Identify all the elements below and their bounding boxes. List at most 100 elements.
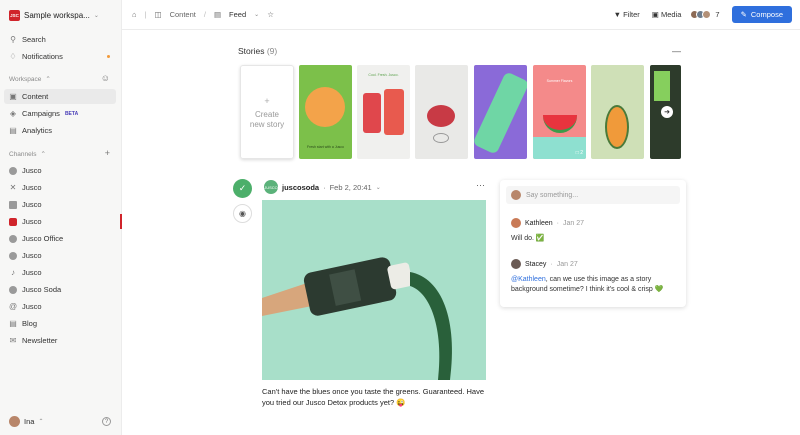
- collaborators[interactable]: 7: [690, 10, 720, 19]
- beta-badge: BETA: [64, 110, 79, 117]
- collaborators-count: 7: [715, 10, 720, 19]
- tiktok-icon: ♪: [11, 268, 15, 277]
- sidebar-item-label: Campaigns: [22, 109, 60, 118]
- workspace-switcher[interactable]: JSC Sample workspa... ⌄: [9, 9, 99, 22]
- section-label: Workspace: [9, 75, 42, 83]
- avatar: [702, 10, 712, 19]
- sidebar-item-search[interactable]: ⚲ Search: [4, 32, 116, 47]
- comment-time: Jan 27: [562, 219, 585, 227]
- post-date-sep: ·: [323, 182, 326, 192]
- mention-link[interactable]: @Kathleen: [511, 276, 546, 283]
- compose-label: Compose: [750, 10, 783, 19]
- sidebar-item-content[interactable]: ▣ Content: [4, 89, 116, 104]
- analytics-icon: ▤: [9, 126, 17, 135]
- create-story-button[interactable]: + Create new story: [240, 65, 294, 159]
- star-icon[interactable]: ☆: [267, 10, 274, 19]
- breadcrumb-content[interactable]: Content: [170, 10, 196, 19]
- user-name: Ina: [24, 417, 35, 426]
- story-thumbnail[interactable]: Cool. Fresh. Jusco.: [357, 65, 410, 159]
- chevron-up-icon: ⌃: [45, 76, 51, 83]
- post-date[interactable]: Feb 2, 20:41: [330, 183, 372, 192]
- user-menu[interactable]: Ina ⌃: [9, 416, 43, 427]
- comment-text: @Kathleen, can we use this image as a st…: [511, 275, 678, 295]
- sidebar-item-channel[interactable]: Jusco: [4, 214, 116, 229]
- approve-check-icon[interactable]: ✓: [233, 179, 252, 198]
- topbar: ⌂ | ◫ Content / ▤ Feed ⌄ ☆ ▼ Filter ▣ Me…: [122, 0, 800, 30]
- chevron-down-icon: ⌄: [93, 13, 99, 19]
- comments-panel: Say something... Kathleen · Jan 27 Will …: [500, 180, 686, 307]
- instagram-icon[interactable]: ◉: [233, 204, 252, 223]
- google-business-icon: [9, 234, 17, 243]
- sidebar-item-label: Newsletter: [22, 336, 58, 345]
- story-thumbnail[interactable]: [591, 65, 644, 159]
- next-arrow-icon[interactable]: ➜: [661, 106, 673, 118]
- section-channels[interactable]: Channels ⌃: [9, 150, 46, 159]
- sidebar-item-channel[interactable]: @ Jusco: [4, 299, 116, 314]
- papaya-image: [605, 105, 629, 149]
- logo-image: [433, 133, 449, 143]
- comment-time: Jan 27: [556, 260, 578, 268]
- story-thumbnail[interactable]: [474, 65, 527, 159]
- post-caption: Can't have the blues once you taste the …: [262, 387, 484, 407]
- sidebar-item-label: Jusco: [22, 183, 42, 192]
- chevron-down-icon[interactable]: ⌄: [254, 11, 259, 18]
- stories-title: Stories (9): [238, 46, 277, 56]
- post-image[interactable]: [262, 200, 486, 380]
- sidebar-item-channel[interactable]: Jusco: [4, 248, 116, 263]
- more-icon[interactable]: ···: [476, 180, 485, 190]
- sidebar-item-campaigns[interactable]: ◈ Campaigns BETA: [4, 106, 116, 121]
- comment-time-sep: ·: [556, 219, 559, 227]
- sidebar-toggle-icon[interactable]: ◫: [154, 10, 161, 19]
- sidebar-item-channel[interactable]: ▤ Blog: [4, 316, 116, 331]
- stories-title-label: Stories: [238, 46, 265, 56]
- sidebar-item-notifications[interactable]: ♢ Notifications: [4, 49, 116, 64]
- comments-badge: □ 2: [575, 150, 583, 156]
- collapse-icon[interactable]: —: [672, 46, 681, 56]
- filter-button[interactable]: ▼ Filter: [614, 10, 640, 19]
- story-caption: Cool. Fresh. Jusco.: [368, 73, 399, 77]
- melon-image: [305, 87, 345, 127]
- comment-placeholder: Say something...: [526, 191, 579, 199]
- media-button[interactable]: ▣ Media: [652, 10, 682, 19]
- media-label: Media: [660, 10, 682, 19]
- story-thumbnail[interactable]: Fresh start with a Jusco: [299, 65, 352, 159]
- mail-icon: ✉: [9, 336, 17, 345]
- chevron-down-icon[interactable]: ⌄: [376, 184, 381, 191]
- sidebar-item-channel[interactable]: ✕ Jusco: [4, 180, 116, 195]
- drink-image: [363, 93, 381, 133]
- linkedin-icon: [9, 200, 17, 209]
- help-icon[interactable]: ?: [102, 417, 111, 426]
- workspace-logo: JSC: [9, 10, 20, 21]
- sidebar-item-channel[interactable]: ♪ Jusco: [4, 265, 116, 280]
- story-caption: Fresh start with a Jusco: [307, 145, 344, 149]
- section-workspace[interactable]: Workspace ⌃: [9, 75, 51, 84]
- home-icon[interactable]: ⌂: [132, 10, 137, 19]
- selected-indicator: [120, 214, 122, 229]
- sidebar-item-channel[interactable]: Jusco: [4, 197, 116, 212]
- sidebar-item-label: Jusco Office: [22, 234, 64, 243]
- workspace-name: Sample workspa...: [24, 11, 90, 20]
- instagram-icon: [9, 217, 17, 226]
- sidebar-item-channel[interactable]: Jusco Soda: [4, 282, 116, 297]
- comment-input[interactable]: Say something...: [506, 186, 680, 204]
- divider: |: [144, 10, 147, 19]
- add-channel-icon[interactable]: +: [105, 148, 110, 158]
- sidebar-item-label: Jusco: [22, 166, 42, 175]
- media-icon: ▣: [651, 10, 659, 19]
- story-thumbnail[interactable]: Summer Flavors □ 2: [533, 65, 586, 159]
- notification-dot: [107, 55, 110, 58]
- breadcrumb-feed[interactable]: Feed: [229, 10, 246, 19]
- sidebar-item-channel[interactable]: Jusco: [4, 163, 116, 178]
- youtube-icon: [9, 251, 17, 260]
- sidebar-item-channel[interactable]: Jusco Office: [4, 231, 116, 246]
- post-handle[interactable]: juscosoda: [282, 183, 319, 192]
- sidebar-item-analytics[interactable]: ▤ Analytics: [4, 123, 116, 138]
- sidebar-item-label: Jusco: [22, 217, 42, 226]
- compose-button[interactable]: ✎ Compose: [731, 6, 792, 23]
- comment-header: Kathleen · Jan 27: [511, 218, 584, 228]
- sidebar-item-channel[interactable]: ✉ Newsletter: [4, 333, 116, 348]
- comment-author[interactable]: Stacey: [525, 261, 546, 268]
- comment-author[interactable]: Kathleen: [525, 220, 553, 227]
- story-thumbnail[interactable]: [415, 65, 468, 159]
- user-settings-icon[interactable]: ☺: [101, 73, 110, 83]
